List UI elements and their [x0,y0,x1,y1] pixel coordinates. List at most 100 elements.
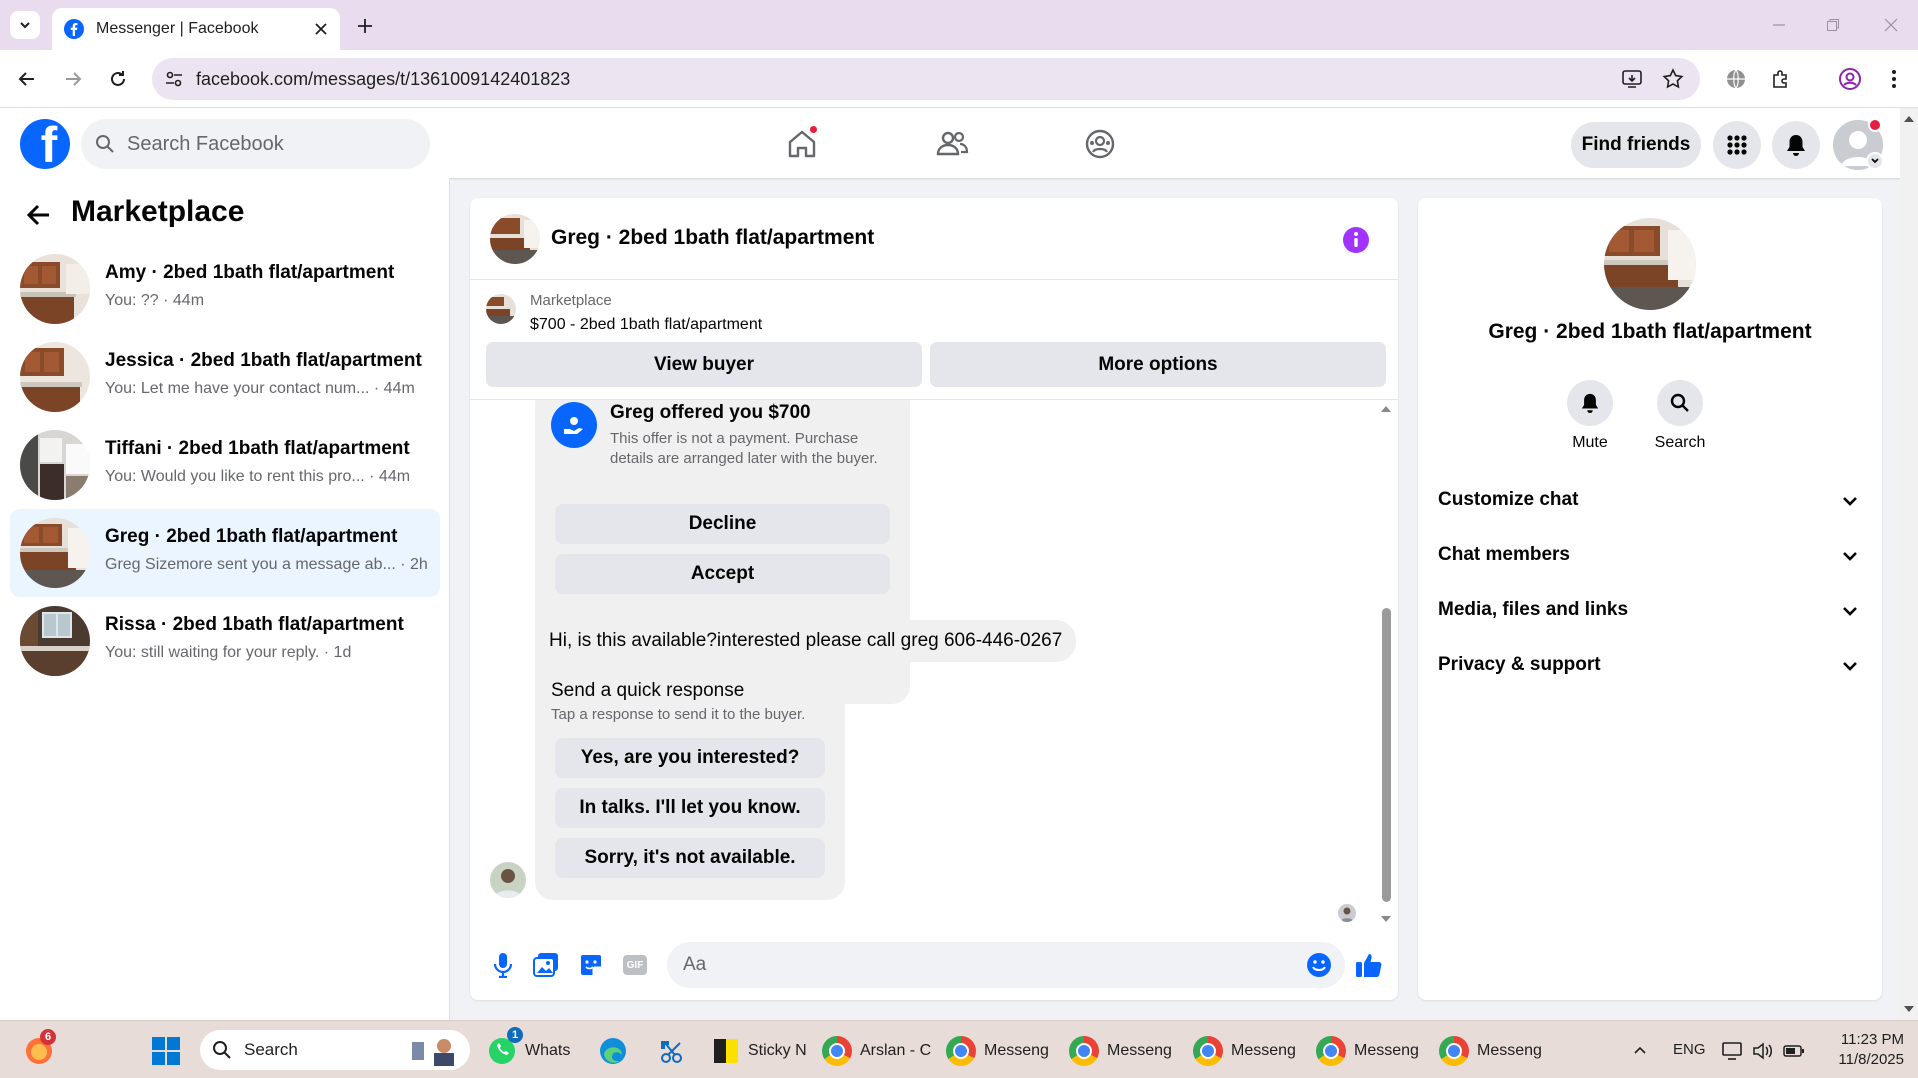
browser-tab[interactable]: Messenger | Facebook [52,8,340,50]
profile-icon[interactable] [1836,65,1864,93]
chrome-taskbar-item[interactable]: Messeng [946,1031,1049,1071]
privacy-support-section[interactable]: Privacy & support [1418,639,1882,693]
chat-members-section[interactable]: Chat members [1418,529,1882,583]
voice-clip-button[interactable] [488,950,518,980]
new-tab-button[interactable] [352,13,378,39]
quick-response-option[interactable]: In talks. I'll let you know. [555,788,825,828]
accept-offer-button[interactable]: Accept [555,554,890,594]
tab-search-button[interactable] [10,11,40,39]
gif-icon: GIF [623,955,647,975]
chrome-taskbar-item[interactable]: Messeng [1193,1031,1296,1071]
address-bar[interactable]: facebook.com/messages/t/1361009142401823 [152,58,1700,100]
conversation-item-active[interactable]: Greg · 2bed 1bath flat/apartment Greg Si… [10,509,440,597]
attach-photo-button[interactable] [531,950,561,980]
decline-offer-button[interactable]: Decline [555,504,890,544]
conversation-name: Tiffani · 2bed 1bath flat/apartment [105,438,410,459]
chat-listing-photo[interactable] [490,214,540,264]
read-receipt-avatar [1338,904,1356,922]
taskbar-search[interactable]: Search [200,1030,470,1070]
windows-taskbar: 6 Search 1 Whats Sticky N Arslan - C Mes… [0,1020,1918,1078]
conversation-item[interactable]: Tiffani · 2bed 1bath flat/apartment You:… [10,421,440,509]
quick-response-option[interactable]: Sorry, it's not available. [555,838,825,878]
find-friends-button[interactable]: Find friends [1571,122,1701,168]
listing-photo[interactable] [1604,218,1696,310]
message-input[interactable]: Aa [667,942,1345,988]
listing-price[interactable]: $700 - 2bed 1bath flat/apartment [530,316,762,334]
friends-icon [936,131,969,156]
globe-extension-icon[interactable] [1722,65,1750,93]
install-app-icon[interactable] [1620,67,1644,91]
minimize-button[interactable] [1764,12,1794,38]
sender-avatar[interactable] [490,862,526,898]
gif-button[interactable]: GIF [620,950,650,980]
scroll-up-icon[interactable] [1900,112,1918,126]
language-indicator[interactable]: ENG [1673,1041,1706,1058]
close-window-button[interactable] [1876,12,1906,38]
more-options-button[interactable]: More options [930,342,1386,387]
friends-nav-button[interactable] [930,122,974,166]
sticky-notes-taskbar-item[interactable]: Sticky N [712,1031,807,1071]
message-bubble[interactable]: Hi, is this available?interested please … [535,620,1077,662]
clock-time[interactable]: 11:23 PM [1834,1031,1904,1048]
emoji-button[interactable] [1304,950,1334,980]
sticker-button[interactable] [576,950,606,980]
bell-icon [1787,135,1805,156]
conversation-preview: Greg Sizemore sent you a message ab... ·… [105,556,428,573]
scroll-down-icon[interactable] [1380,914,1392,924]
info-icon[interactable] [1342,226,1370,254]
scroll-up-icon[interactable] [1380,404,1392,414]
back-button[interactable] [12,64,42,94]
back-button[interactable] [24,200,54,230]
site-settings-icon[interactable] [162,67,186,91]
customize-chat-section[interactable]: Customize chat [1418,474,1882,528]
notifications-button[interactable] [1772,121,1820,169]
chevron-down-icon [1843,607,1857,616]
browser-menu-icon[interactable] [1880,65,1908,93]
mute-button[interactable]: Mute [1550,380,1630,452]
chrome-icon [1316,1036,1346,1066]
view-buyer-button[interactable]: View buyer [486,342,922,387]
snipping-tool-taskbar-icon[interactable] [656,1031,686,1071]
facebook-logo[interactable]: f [20,119,70,169]
volume-icon[interactable] [1752,1031,1774,1071]
like-button[interactable] [1354,950,1384,980]
network-icon[interactable] [1722,1031,1744,1071]
conversation-item[interactable]: Amy · 2bed 1bath flat/apartment You: ?? … [10,245,440,333]
chrome-taskbar-item[interactable]: Messeng [1316,1031,1419,1071]
account-chevron[interactable] [1866,152,1884,170]
section-label: Media, files and links [1438,599,1629,620]
scroll-down-icon[interactable] [1900,1002,1918,1016]
conversation-item[interactable]: Rissa · 2bed 1bath flat/apartment You: s… [10,597,440,685]
taskbar-app-label: Sticky N [748,1042,807,1059]
forward-button[interactable] [58,64,88,94]
chrome-taskbar-item[interactable]: Messeng [1069,1031,1172,1071]
reload-icon [111,71,125,86]
quick-response-option[interactable]: Yes, are you interested? [555,738,825,778]
menu-button[interactable] [1713,121,1761,169]
show-hidden-icons-button[interactable] [1632,1031,1648,1071]
conversation-item[interactable]: Jessica · 2bed 1bath flat/apartment You:… [10,333,440,421]
clock-date[interactable]: 11/8/2025 [1826,1051,1904,1068]
chat-title[interactable]: Greg · 2bed 1bath flat/apartment [551,226,874,250]
search-in-chat-button[interactable]: Search [1640,380,1720,452]
page-scrollbar[interactable] [1900,108,1918,1020]
restore-button[interactable] [1818,12,1848,38]
battery-icon[interactable] [1783,1031,1805,1071]
chevron-down-icon [1871,158,1879,164]
emoji-icon [1307,953,1331,977]
extensions-puzzle-icon[interactable] [1767,65,1795,93]
start-button[interactable] [151,1031,181,1071]
whatsapp-taskbar-item[interactable]: 1 Whats [487,1027,570,1071]
groups-nav-button[interactable] [1078,122,1122,166]
chrome-taskbar-item[interactable]: Messeng [1439,1031,1542,1071]
media-files-links-section[interactable]: Media, files and links [1418,584,1882,638]
bookmark-star-icon[interactable] [1661,67,1685,91]
reload-button[interactable] [103,64,133,94]
chat-scrollbar-thumb[interactable] [1382,608,1391,902]
close-tab-icon[interactable] [314,22,328,36]
edge-taskbar-icon[interactable] [598,1031,628,1071]
chrome-taskbar-item[interactable]: Arslan - C [822,1031,931,1071]
firefox-taskbar-icon[interactable]: 6 [24,1029,56,1071]
home-nav-button[interactable] [780,122,824,166]
facebook-search-input[interactable]: Search Facebook [81,119,430,169]
